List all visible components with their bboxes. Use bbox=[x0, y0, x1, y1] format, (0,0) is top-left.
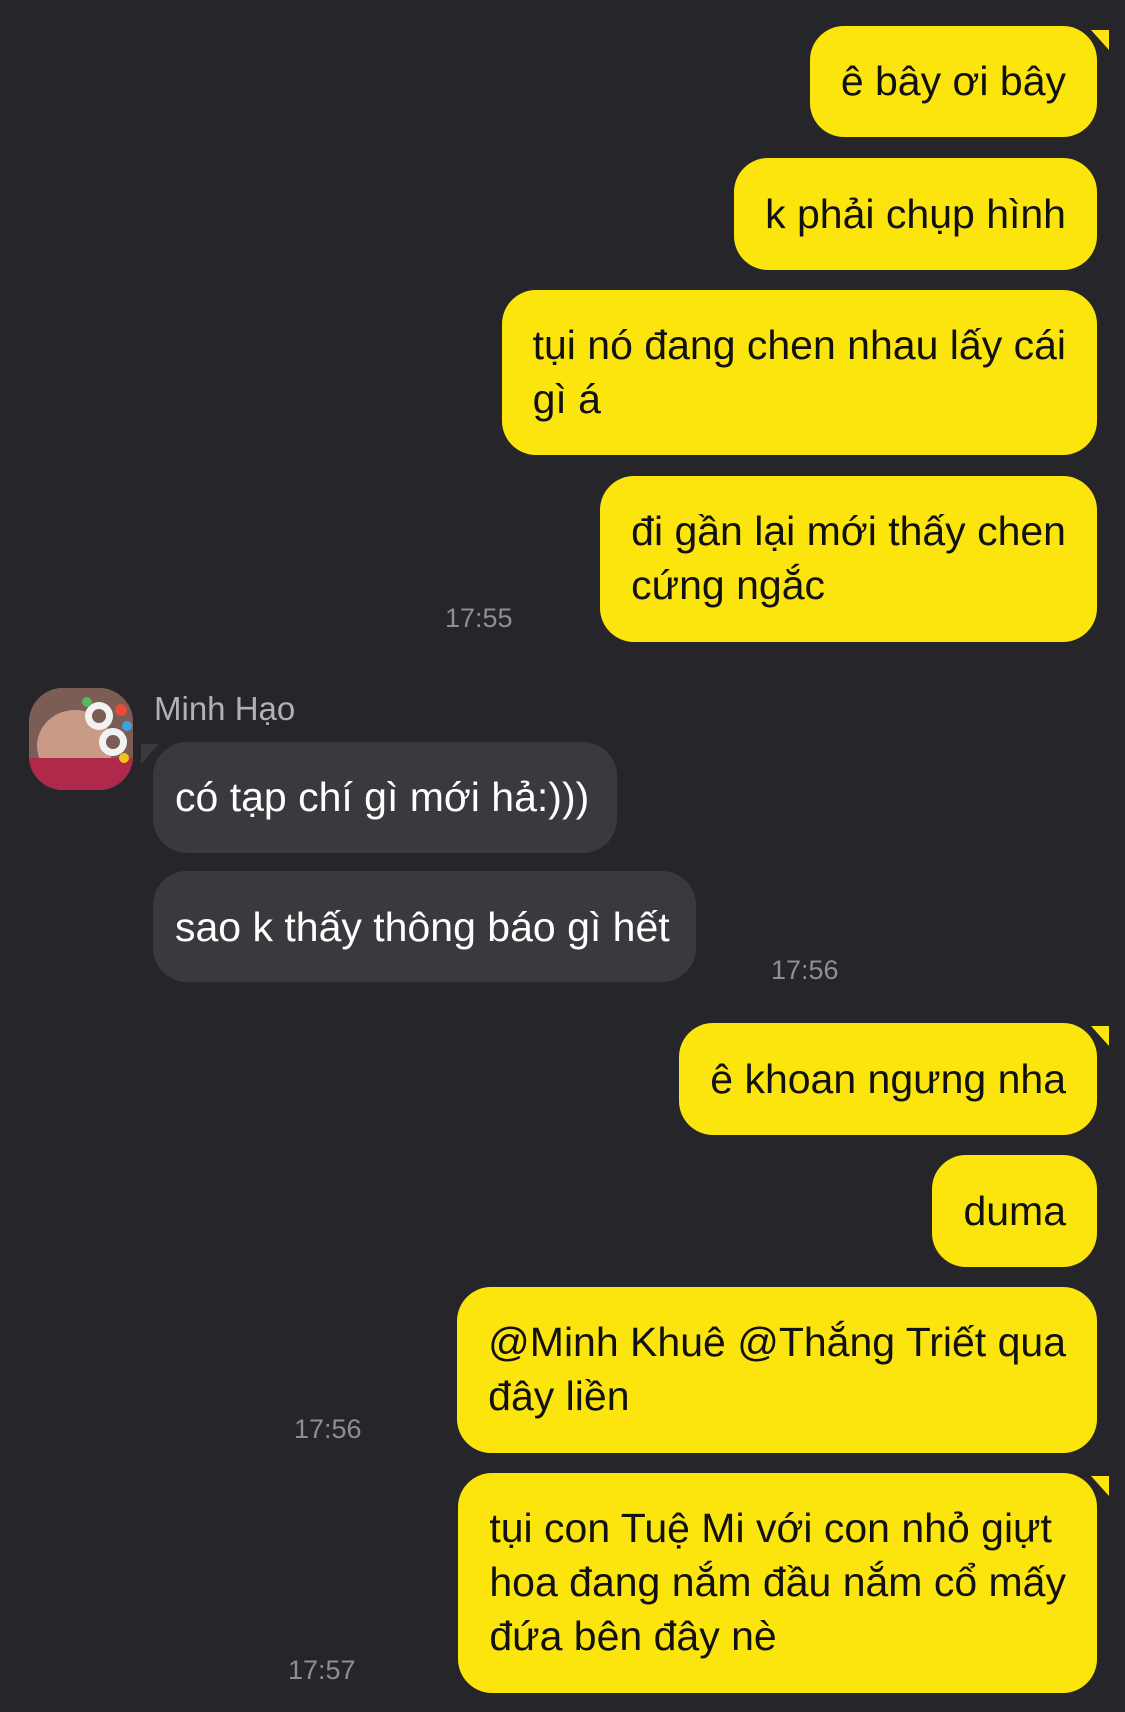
message-text: đứa bên đây nè bbox=[489, 1613, 777, 1659]
message-text: @Minh Khuê @Thắng Triết qua bbox=[488, 1319, 1066, 1365]
message-text: cứng ngắc bbox=[631, 562, 825, 608]
message-text: ê khoan ngưng nha bbox=[710, 1056, 1066, 1102]
bubble-tail bbox=[1091, 1476, 1109, 1496]
message-bubble-outgoing[interactable]: tụi con Tuệ Mi với con nhỏ giựt hoa đang… bbox=[458, 1473, 1097, 1693]
message-bubble-incoming[interactable]: có tạp chí gì mới hả:))) bbox=[153, 742, 618, 853]
bubble-tail bbox=[1091, 30, 1109, 50]
message-text: tụi nó đang chen nhau lấy cái bbox=[532, 322, 1066, 368]
message-bubble-outgoing[interactable]: k phải chụp hình bbox=[734, 158, 1097, 270]
message-text: gì á bbox=[532, 376, 601, 422]
message-timestamp: 17:57 bbox=[288, 1655, 356, 1685]
avatar-image bbox=[29, 688, 133, 790]
message-bubble-outgoing[interactable]: đi gần lại mới thấy chen cứng ngắc bbox=[600, 476, 1097, 642]
message-bubble-outgoing[interactable]: @Minh Khuê @Thắng Triết qua đây liền bbox=[457, 1287, 1097, 1453]
message-bubble-outgoing[interactable]: ê khoan ngưng nha bbox=[679, 1023, 1097, 1135]
message-text: có tạp chí gì mới hả:))) bbox=[175, 774, 590, 820]
message-bubble-incoming[interactable]: sao k thấy thông báo gì hết bbox=[153, 871, 696, 982]
message-bubble-outgoing[interactable]: ê bây ơi bây bbox=[809, 26, 1097, 137]
message-timestamp: 17:55 bbox=[445, 603, 513, 633]
sender-name: Minh Hạo bbox=[154, 690, 296, 727]
message-bubble-outgoing[interactable]: tụi nó đang chen nhau lấy cái gì á bbox=[501, 290, 1097, 455]
message-text: duma bbox=[963, 1188, 1066, 1234]
message-text: đây liền bbox=[488, 1373, 630, 1419]
message-text: hoa đang nắm đầu nắm cổ mấy bbox=[489, 1559, 1066, 1605]
message-text: ê bây ơi bây bbox=[840, 58, 1066, 104]
message-timestamp: 17:56 bbox=[294, 1414, 362, 1444]
bubble-tail bbox=[141, 744, 159, 764]
message-text: đi gần lại mới thấy chen bbox=[631, 508, 1066, 554]
message-text: sao k thấy thông báo gì hết bbox=[175, 904, 670, 950]
message-bubble-outgoing[interactable]: duma bbox=[932, 1155, 1097, 1267]
chat-thread[interactable]: ê bây ơi bây k phải chụp hình tụi nó đan… bbox=[0, 0, 1125, 1712]
message-timestamp: 17:56 bbox=[771, 955, 839, 985]
user-avatar-photo[interactable] bbox=[29, 688, 133, 790]
message-text: k phải chụp hình bbox=[765, 191, 1066, 237]
message-text: tụi con Tuệ Mi với con nhỏ giựt bbox=[489, 1505, 1052, 1551]
bubble-tail bbox=[1091, 1026, 1109, 1046]
